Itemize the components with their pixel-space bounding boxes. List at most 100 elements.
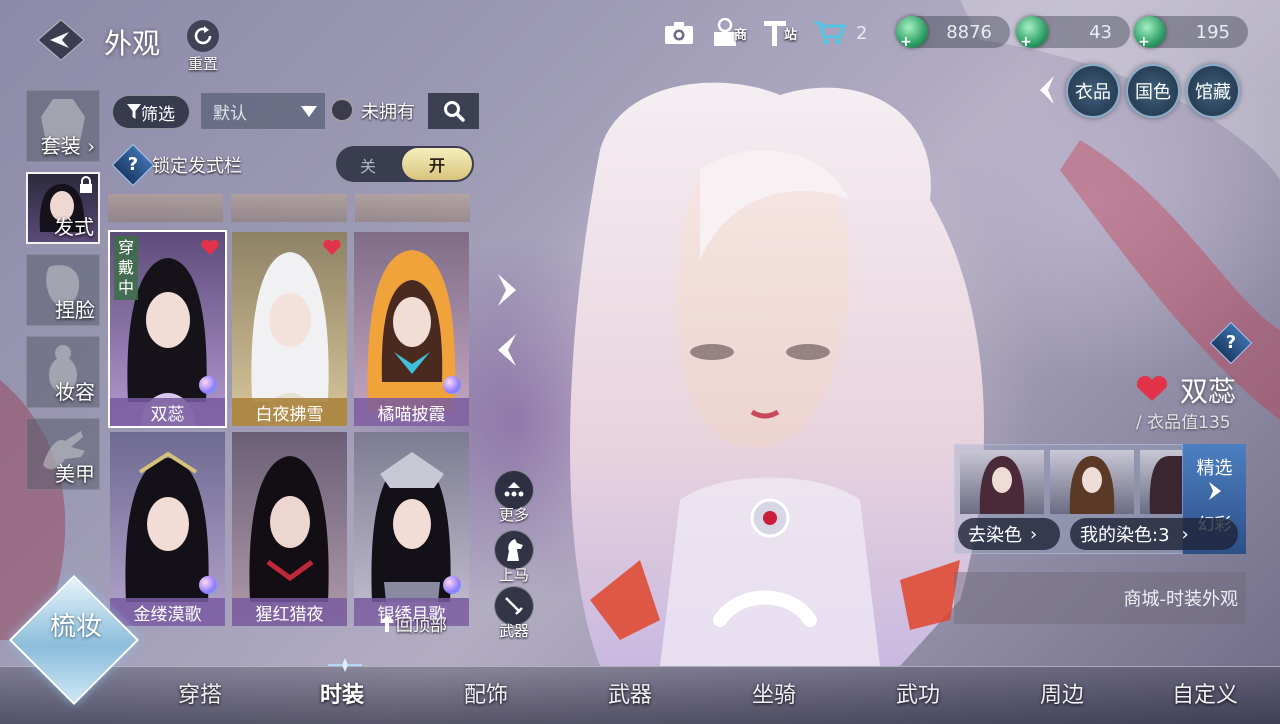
mount-button[interactable]: 上马 — [492, 530, 536, 585]
not-owned-toggle[interactable] — [330, 98, 354, 122]
tab-guancang[interactable]: 馆藏 — [1186, 64, 1240, 118]
shop-glyph: 商 — [734, 27, 748, 43]
category-hairstyle-label: 发式 — [54, 215, 94, 239]
back-button[interactable] — [36, 18, 86, 62]
dye-orb-icon — [199, 376, 217, 394]
character-name: 双蕊 — [1180, 375, 1237, 408]
hairstyle-card[interactable]: 金缕漠歌 — [110, 432, 225, 626]
cart-count: 2 — [856, 22, 868, 44]
dye-orb-icon — [199, 576, 217, 594]
active-tab-indicator-icon — [328, 658, 362, 672]
category-nails[interactable]: 美甲 — [26, 418, 100, 490]
more-label: 更多 — [498, 506, 529, 524]
collapse-panel-button[interactable] — [494, 330, 520, 370]
tab-weapons[interactable]: 武器 — [608, 677, 652, 709]
chevron-right-icon: › — [1030, 523, 1038, 545]
dye-orb-icon — [443, 576, 461, 594]
category-makeup[interactable]: 妆容 — [26, 336, 100, 408]
more-dots-icon — [504, 482, 524, 497]
mount-label: 上马 — [498, 566, 529, 584]
currency-jade[interactable]: 8876 — [896, 16, 1010, 50]
hairstyle-card[interactable]: 橘喵披霞 — [354, 232, 469, 426]
hairstyle-card-name: 金缕漠歌 — [110, 598, 225, 626]
dye-thumbnail[interactable] — [1050, 450, 1134, 514]
tab-surroundings[interactable]: 周边 — [1040, 677, 1084, 709]
fashion-shop-link[interactable]: 商城-时装外观 — [954, 572, 1246, 624]
shop-button[interactable]: 商 — [712, 18, 747, 48]
tab-accessories[interactable]: 配饰 — [464, 677, 508, 709]
dye-orb-icon — [443, 376, 461, 394]
horse-icon — [507, 539, 523, 561]
hairstyle-card-name: 白夜拂雪 — [232, 398, 347, 426]
hairstyle-card[interactable]: 穿戴中 双蕊 — [108, 230, 227, 428]
dropdown-arrow-icon — [301, 106, 317, 117]
hairstyle-card[interactable]: 白夜拂雪 — [232, 232, 347, 426]
filter-funnel-icon — [127, 104, 141, 119]
currency-token[interactable]: 43 — [1016, 16, 1130, 50]
filter-button[interactable]: 筛选 — [112, 95, 190, 129]
jade-coin-icon — [896, 16, 928, 50]
dye-thumbnail[interactable] — [960, 450, 1044, 514]
hairstyle-card-name: 橘喵披霞 — [354, 398, 469, 426]
back-to-top-button[interactable]: 回顶部 — [378, 610, 470, 636]
currency-gem[interactable]: 195 — [1134, 16, 1248, 50]
tab-fashion[interactable]: 时装 — [320, 677, 364, 709]
dye-thumbnail[interactable] — [1140, 450, 1182, 514]
dye-thumbnail-portrait — [1069, 456, 1115, 514]
category-outfit[interactable]: 套装 › — [26, 90, 100, 162]
comb-makeup-label: 梳妆 — [49, 612, 102, 642]
featured-label: 精选 — [1196, 458, 1233, 479]
reset-button[interactable]: 重置 — [180, 20, 226, 73]
hairstyle-card[interactable]: 猩红猎夜 — [232, 432, 347, 626]
sword-icon — [505, 597, 523, 615]
sort-value: 默认 — [213, 103, 247, 124]
my-dye-button[interactable]: 我的染色:3 › — [1070, 518, 1238, 550]
category-makeup-label: 妆容 — [55, 380, 95, 404]
tab-custom[interactable]: 自定义 — [1172, 677, 1238, 709]
weapon-button[interactable]: 武器 — [492, 586, 536, 641]
filter-label: 筛选 — [141, 104, 175, 125]
sort-dropdown[interactable]: 默认 — [201, 93, 325, 129]
tab-mounts[interactable]: 坐骑 — [752, 677, 796, 709]
lock-hairstyle-label: 锁定发式栏 — [152, 156, 242, 177]
screenshot-button[interactable] — [664, 18, 694, 48]
lock-hairstyle-toggle[interactable]: 关 开 — [336, 146, 474, 182]
favorite-heart-icon[interactable] — [1136, 376, 1168, 402]
tab-yipin[interactable]: 衣品 — [1066, 64, 1120, 118]
cart-button[interactable]: 2 — [814, 18, 867, 48]
search-button[interactable] — [428, 93, 479, 129]
hairstyle-portrait — [125, 451, 209, 602]
collapse-tabs-button[interactable] — [1034, 74, 1058, 106]
dye-thumbnail-portrait — [979, 456, 1025, 514]
tab-martial-arts[interactable]: 武功 — [896, 677, 940, 709]
wearing-badge: 穿戴中 — [114, 236, 138, 300]
currency-token-value: 43 — [1089, 21, 1112, 43]
lock-icon — [80, 176, 92, 193]
chevron-right-icon — [1208, 482, 1221, 500]
expand-panel-button[interactable] — [494, 270, 520, 310]
arrow-up-icon — [380, 615, 394, 632]
tab-outfit-match[interactable]: 穿搭 — [178, 677, 222, 709]
category-hairstyle[interactable]: 发式 — [26, 172, 100, 244]
currency-gem-value: 195 — [1195, 21, 1230, 43]
page-title: 外观 — [104, 27, 161, 60]
back-arrow-icon — [37, 19, 85, 61]
tab-guose[interactable]: 国色 — [1126, 64, 1180, 118]
chevron-right-icon: › — [1181, 523, 1189, 545]
more-button[interactable]: 更多 — [492, 470, 536, 525]
hairstyle-portrait — [251, 252, 329, 426]
remove-dye-button[interactable]: 去染色 › — [958, 518, 1060, 550]
previous-row-strip — [108, 194, 470, 222]
dye-thumbnail-portrait — [1149, 456, 1182, 514]
currency-jade-value: 8876 — [946, 21, 992, 43]
character-style-value: / 衣品值135 — [1136, 413, 1231, 433]
station-button[interactable]: 站 — [762, 18, 797, 48]
hairstyle-card[interactable]: 银绣月歌 — [354, 432, 469, 626]
hairstyle-portrait — [367, 250, 456, 412]
help-icon[interactable]: ? — [111, 143, 155, 187]
category-nails-label: 美甲 — [55, 462, 95, 486]
category-face[interactable]: 捏脸 — [26, 254, 100, 326]
chevron-left-icon — [1040, 76, 1054, 104]
weapon-label: 武器 — [498, 622, 529, 640]
character-help-icon[interactable]: ? — [1209, 321, 1253, 365]
